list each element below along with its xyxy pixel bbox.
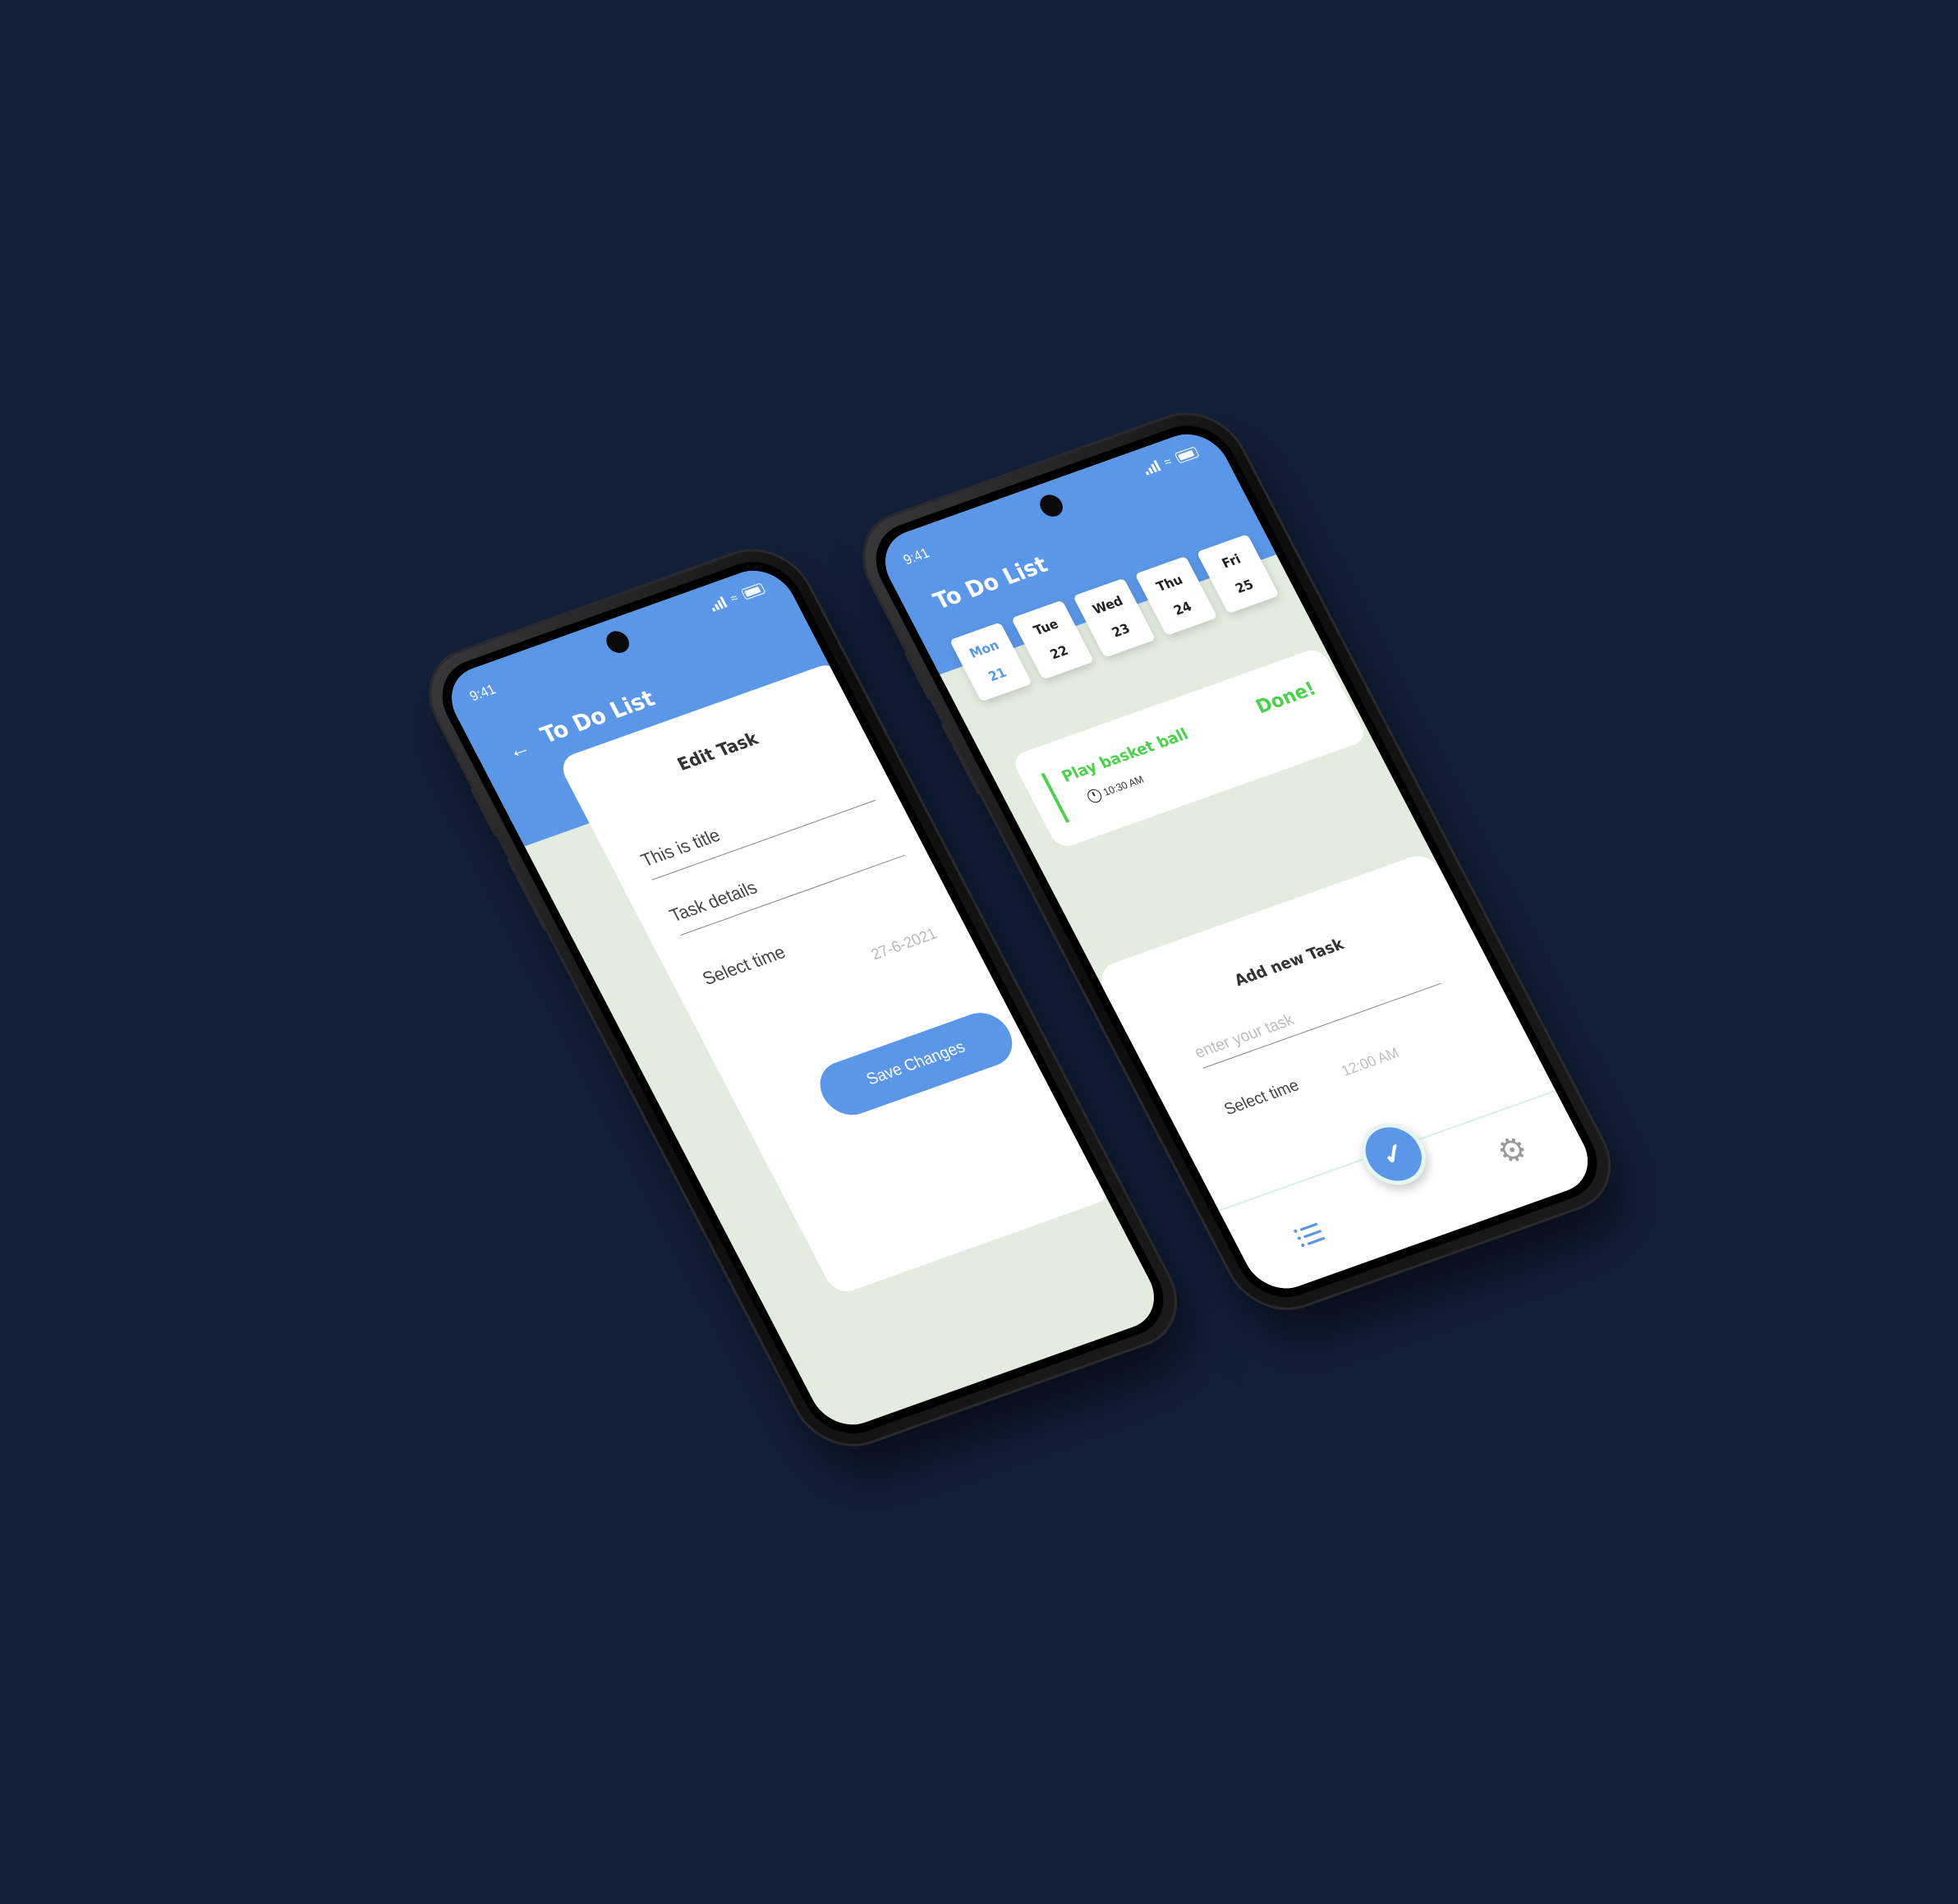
task-done-label: Done! [1252,678,1321,719]
gear-icon[interactable]: ⚙ [1490,1128,1535,1173]
status-time: 9:41 [467,682,499,705]
wifi-icon: ≈ [728,590,741,605]
add-task-panel: Add new Task Select time 12:00 AM ✓ ⚙ [1093,850,1602,1299]
wifi-icon: ≈ [1161,453,1174,469]
task-card[interactable]: Play basket ball 10:30 AM Done! [1009,646,1369,850]
task-time: 10:30 AM [1101,773,1147,798]
mockup-stage: 9:41 ≈ ← To Do List Edit Task This is ti… [0,0,1958,1904]
bottom-nav: ✓ ⚙ [1218,1089,1602,1299]
battery-icon [740,582,766,600]
save-changes-button[interactable]: Save Changes [810,1005,1023,1123]
status-icons: ≈ [709,582,766,612]
status-time: 9:41 [901,545,932,568]
signal-icon [1142,459,1161,476]
select-time-value: 12:00 AM [1338,1044,1402,1079]
signal-icon [709,596,728,612]
date-value: 27-6-2021 [868,924,940,963]
battery-icon [1174,446,1200,464]
task-time-row: 10:30 AM [1085,772,1147,805]
check-fab-button[interactable]: ✓ [1349,1115,1438,1193]
status-icons: ≈ [1142,446,1200,476]
list-icon[interactable] [1293,1221,1326,1248]
select-time-label[interactable]: Select time [1221,1077,1303,1120]
select-time-label: Select time [699,942,789,990]
task-input[interactable] [1188,956,1441,1069]
clock-icon [1085,787,1105,805]
